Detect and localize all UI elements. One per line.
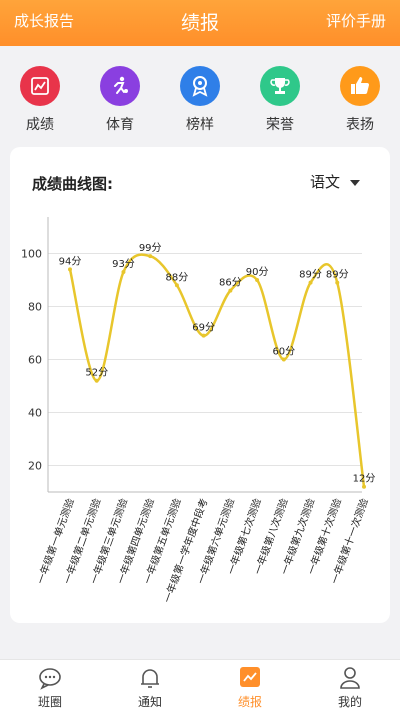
thumbs-up-icon <box>340 66 380 106</box>
y-tick-label: 60 <box>28 354 42 367</box>
quick-item-label: 榜样 <box>186 117 214 133</box>
report-icon <box>240 667 260 687</box>
data-point <box>94 378 99 383</box>
data-point <box>335 280 340 285</box>
quick-item-label: 成绩 <box>26 117 54 133</box>
data-label: 93分 <box>112 258 135 270</box>
y-tick-label: 80 <box>28 301 42 314</box>
data-point <box>121 270 126 275</box>
tab-label: 通知 <box>137 695 162 709</box>
data-point <box>281 357 286 362</box>
data-point <box>255 278 260 282</box>
quick-entry-row: 成绩 体育 榜样 荣誉 表扬 <box>0 56 400 136</box>
top-bar: 成长报告 绩报 评价手册 <box>0 0 400 46</box>
tab-label: 我的 <box>337 695 362 709</box>
data-point <box>68 267 72 272</box>
grade-line-chart: 20 40 60 80 100 94分 52分 93分 99分 88分 69分 86分 90分 60分 89… <box>21 217 376 604</box>
y-tick-label: 20 <box>28 460 42 473</box>
data-point <box>228 288 233 293</box>
chat-bubble-icon <box>39 668 61 690</box>
bell-icon <box>141 669 159 688</box>
data-label: 69分 <box>192 322 215 334</box>
quick-item-label: 荣誉 <box>266 117 294 133</box>
data-label: 89分 <box>326 269 349 281</box>
y-tick-label: 100 <box>21 248 42 261</box>
data-point <box>362 484 366 489</box>
tab-notice[interactable]: 通知 <box>120 666 180 710</box>
quick-item-label: 表扬 <box>346 117 374 133</box>
data-label: 94分 <box>59 255 82 267</box>
quick-item-role-model[interactable]: 榜样 <box>170 66 230 134</box>
data-label: 12分 <box>353 473 376 485</box>
quick-item-honor[interactable]: 荣誉 <box>250 66 310 134</box>
data-point <box>201 333 206 338</box>
data-point <box>174 283 179 288</box>
data-label: 99分 <box>139 242 162 254</box>
data-label: 60分 <box>272 346 295 358</box>
quick-item-praise[interactable]: 表扬 <box>330 66 390 134</box>
data-point <box>308 280 313 285</box>
medal-icon <box>180 66 220 106</box>
data-label: 88分 <box>166 271 189 283</box>
data-label: 89分 <box>299 269 322 281</box>
quick-item-grades[interactable]: 成绩 <box>10 66 70 134</box>
quick-item-sports[interactable]: 体育 <box>90 66 150 134</box>
data-label: 52分 <box>85 367 108 379</box>
bottom-tab-bar: 班圈 通知 绩报 我的 <box>0 659 400 711</box>
report-chart-icon <box>20 66 60 106</box>
tab-label: 班圈 <box>37 695 62 709</box>
person-icon <box>340 667 360 689</box>
y-tick-label: 40 <box>28 407 42 420</box>
data-label: 90分 <box>246 266 269 278</box>
evaluation-manual-link[interactable]: 评价手册 <box>326 10 386 31</box>
trophy-icon <box>260 66 300 106</box>
series-line <box>68 253 366 487</box>
data-label: 86分 <box>219 277 242 289</box>
quick-item-label: 体育 <box>106 117 134 133</box>
tab-report[interactable]: 绩报 <box>220 666 280 710</box>
tab-class-circle[interactable]: 班圈 <box>20 666 80 710</box>
tab-mine[interactable]: 我的 <box>320 666 380 710</box>
tab-label: 绩报 <box>237 695 262 709</box>
sport-runner-icon <box>100 66 140 106</box>
grade-chart-card: 成绩曲线图: 语文 20 40 60 80 100 94分 52分 93分 99分 88分 69分 8… <box>10 147 390 623</box>
data-point <box>148 254 153 259</box>
